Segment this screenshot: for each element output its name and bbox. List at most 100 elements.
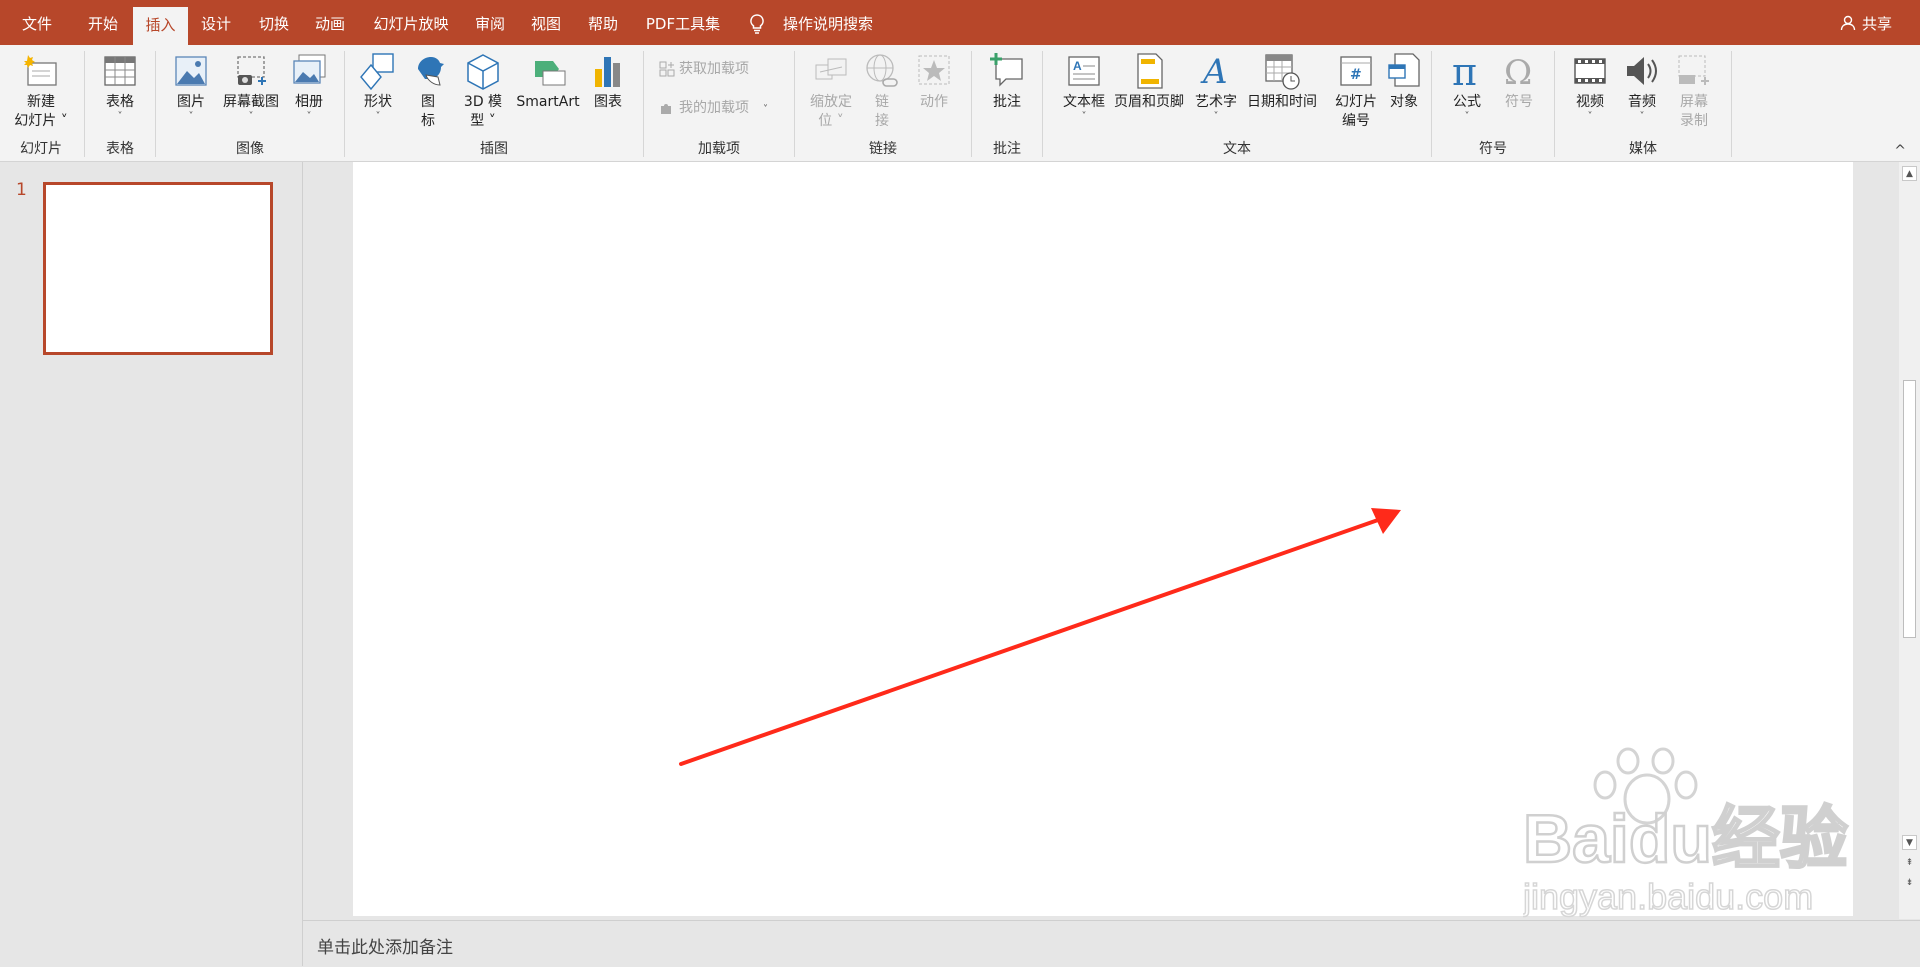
tab-slideshow[interactable]: 幻灯片放映 [368,0,454,45]
star-icon [915,51,953,91]
smartart-button[interactable]: SmartArt [512,51,584,112]
action-button[interactable]: 动作 [912,51,956,112]
tell-me-search[interactable]: 操作说明搜索 [748,0,873,45]
tab-animations[interactable]: 动画 [305,0,355,45]
tab-insert[interactable]: 插入 [133,7,188,45]
photo-album-button[interactable]: 相册 ˅ [287,51,331,122]
watermark-url: jingyan.baidu.com [1523,876,1813,917]
svg-text:A: A [1073,59,1082,73]
screenshot-icon [232,51,270,91]
scroll-up-icon[interactable]: ▲ [1902,166,1917,181]
header-footer-button[interactable]: 页眉和页脚 [1110,51,1188,112]
object-label: 对象 [1390,94,1418,110]
notes-pane[interactable]: 单击此处添加备注 [303,920,1920,967]
zoom-button[interactable]: 缩放定 位 ˅ [806,51,856,131]
new-slide-icon [22,51,60,91]
group-illustrations: 形状 ˅ 图 标 3D 模 型 ˅ SmartArt 图表 插图 [346,45,642,161]
table-button[interactable]: 表格 ˅ [98,51,142,122]
audio-button[interactable]: 音频 ˅ [1620,51,1664,122]
wordart-button[interactable]: A 艺术字 ˅ [1188,51,1244,122]
screenshot-button[interactable]: 屏幕截图 ˅ [219,51,283,122]
icons-button[interactable]: 图 标 [410,51,446,131]
table-label: 表格 [106,94,134,110]
slide-number-label-2: 编号 [1342,113,1370,129]
bar-chart-icon [589,51,627,91]
icons-label-2: 标 [421,113,435,129]
my-addins-button[interactable]: 我的加载项 ˅ [659,98,768,120]
screen-recording-button[interactable]: 屏幕 录制 [1672,51,1716,131]
group-divider [344,51,345,157]
chevron-down-icon: ˅ [1639,111,1645,122]
slide-number: 1 [16,180,27,200]
next-slide-icon[interactable]: ⇟ [1902,876,1917,891]
tab-review[interactable]: 审阅 [465,0,515,45]
wordart-icon: A [1197,51,1235,91]
link-button[interactable]: 链 接 [860,51,904,131]
get-addins-button[interactable]: 获取加载项 [659,59,749,79]
new-slide-label-2-text: 幻灯片 [14,113,57,129]
tab-help[interactable]: 帮助 [578,0,628,45]
group-media: 视频 ˅ 音频 ˅ 屏幕 录制 媒体 [1556,45,1730,161]
my-addins-label: 我的加载项 [679,100,749,116]
textbox-button[interactable]: A 文本框 ˅ [1056,51,1112,122]
textbox-label: 文本框 [1063,94,1105,110]
group-links: 缩放定 位 ˅ 链 接 动作 链接 [796,45,970,161]
slide-thumbnail[interactable] [43,182,273,355]
new-slide-button[interactable]: 新建 幻灯片 ˅ [10,51,72,131]
tab-transitions[interactable]: 切换 [249,0,299,45]
group-label-media: 媒体 [1629,141,1657,157]
3d-models-label-1: 3D 模 [463,94,503,110]
group-divider [971,51,972,157]
picture-button[interactable]: 图片 ˅ [169,51,213,122]
collapse-ribbon-icon[interactable]: ^ [1894,143,1906,159]
previous-slide-icon[interactable]: ⇞ [1902,856,1917,871]
tab-design[interactable]: 设计 [191,0,241,45]
3d-models-label-2-text: 型 [470,113,485,129]
tab-pdf-tools[interactable]: PDF工具集 [642,0,724,45]
globe-link-icon [863,51,901,91]
film-icon [1571,51,1609,91]
3d-models-button[interactable]: 3D 模 型 ˅ [458,51,508,131]
object-icon [1385,51,1423,91]
group-label-images: 图像 [236,141,264,157]
tab-file[interactable]: 文件 [12,0,62,45]
shapes-button[interactable]: 形状 ˅ [356,51,400,122]
svg-text:A: A [1200,52,1228,91]
comment-button[interactable]: 批注 [985,51,1029,112]
notes-placeholder: 单击此处添加备注 [317,938,453,958]
menu-bar: 文件 开始 插入 设计 切换 动画 幻灯片放映 审阅 视图 帮助 PDF工具集 … [0,0,1920,45]
object-button[interactable]: 对象 [1382,51,1426,112]
ribbon: 新建 幻灯片 ˅ 幻灯片 表格 ˅ 表格 图片 ˅ 屏幕截图 ˅ 相册 ˅ 图像… [0,45,1920,162]
scroll-down-icon[interactable]: ▼ [1902,835,1917,850]
group-divider [794,51,795,157]
svg-text:#: # [1350,67,1362,83]
slide-number-button[interactable]: # 幻灯片 编号 [1328,51,1384,131]
group-divider [1042,51,1043,157]
group-label-illustrations: 插图 [480,141,508,157]
video-label: 视频 [1576,94,1604,110]
equation-button[interactable]: π 公式 ˅ [1445,51,1489,122]
slide-number-label-1: 幻灯片 [1335,94,1377,110]
symbol-label: 符号 [1505,94,1533,110]
get-addins-label: 获取加载项 [679,61,749,77]
slide-canvas[interactable]: Baidu经验 jingyan.baidu.com [353,162,1853,918]
shapes-label: 形状 [364,94,392,110]
tab-home[interactable]: 开始 [78,0,128,45]
tab-view[interactable]: 视图 [521,0,571,45]
group-addins: 获取加载项 我的加载项 ˅ 加载项 [645,45,793,161]
symbol-button[interactable]: Ω 符号 [1497,51,1541,112]
vertical-scrollbar[interactable]: ▲ ▼ ⇞ ⇟ [1899,162,1920,919]
group-label-comments: 批注 [993,141,1021,157]
tell-me-label: 操作说明搜索 [783,15,874,33]
scroll-thumb[interactable] [1903,380,1916,638]
date-time-button[interactable]: 日期和时间 [1240,51,1324,112]
group-label-tables: 表格 [106,141,134,157]
group-divider [1731,51,1732,157]
svg-text:π: π [1452,51,1477,91]
group-divider [643,51,644,157]
group-slides: 新建 幻灯片 ˅ 幻灯片 [0,45,82,161]
share-button[interactable]: 共享 [1840,0,1892,45]
icons-label-1: 图 [421,94,435,110]
chart-button[interactable]: 图表 [586,51,630,112]
video-button[interactable]: 视频 ˅ [1568,51,1612,122]
